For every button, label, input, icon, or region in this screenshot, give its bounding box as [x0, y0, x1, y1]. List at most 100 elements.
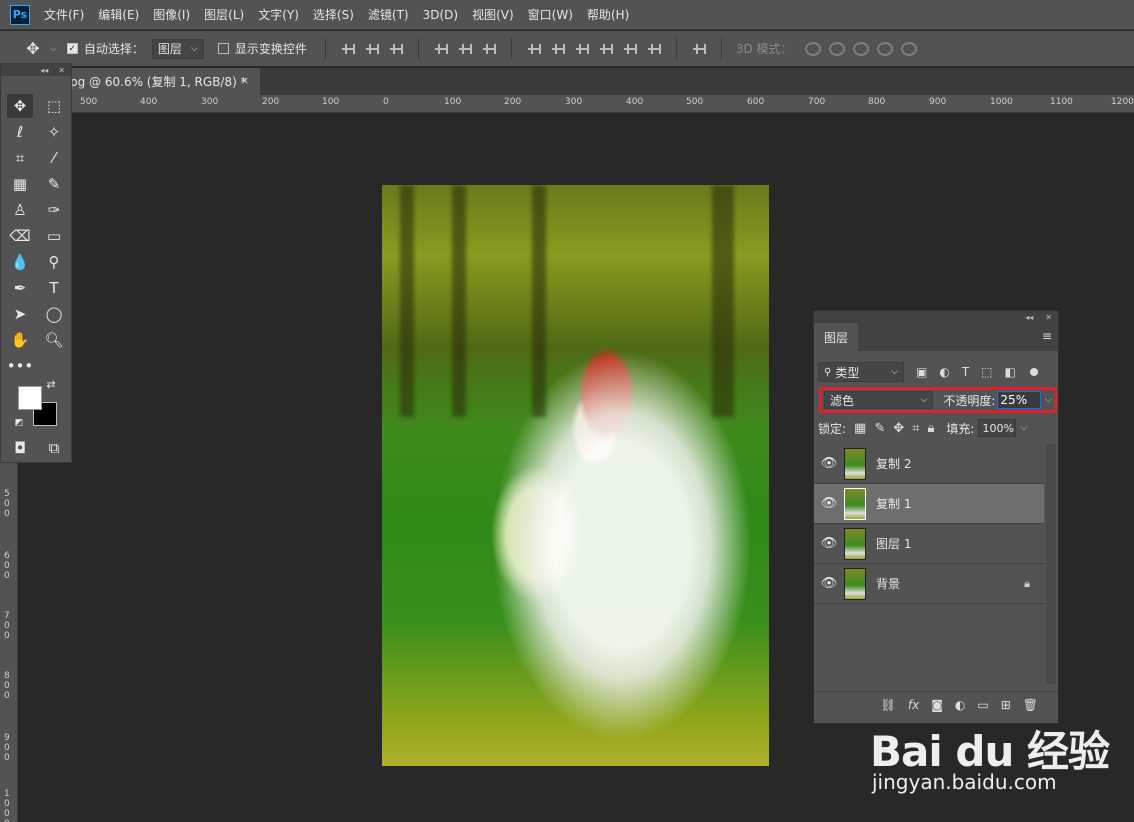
roll-3d-icon[interactable] [828, 41, 845, 56]
align-right-icon[interactable] [482, 42, 496, 56]
swap-colors-icon[interactable]: ⇄ [41, 376, 61, 392]
layer-list-scrollbar[interactable] [1046, 444, 1056, 684]
distribute-hcenter-icon[interactable] [623, 42, 637, 56]
menu-file[interactable]: 文件(F) [44, 6, 84, 23]
tools-panel-header[interactable]: ◂◂ ✕ [1, 64, 71, 76]
filter-toggle-icon[interactable] [1029, 368, 1038, 376]
align-top-icon[interactable] [341, 42, 355, 56]
menu-view[interactable]: 视图(V) [472, 6, 514, 23]
filter-smart-object-icon[interactable]: ◧ [1005, 365, 1016, 379]
eye-icon[interactable]: 👁︎ [814, 496, 844, 511]
panel-menu-icon[interactable]: ≡ [1042, 329, 1052, 343]
show-transform-checkbox[interactable] [217, 43, 229, 54]
crop-tool-icon[interactable]: ⌗ [7, 146, 33, 170]
type-tool-icon[interactable]: T [41, 276, 67, 300]
document-tab[interactable]: pg @ 60.6% (复制 1, RGB/8) * [60, 68, 260, 95]
distribute-bottom-icon[interactable] [575, 42, 589, 56]
chevron-down-icon[interactable]: ⌵ [1045, 395, 1052, 405]
magic-wand-icon[interactable]: ✧ [41, 120, 67, 144]
lock-artboard-icon[interactable]: ⌗ [912, 421, 919, 436]
collapse-icon[interactable]: ◂◂ [40, 66, 48, 75]
distribute-right-icon[interactable] [647, 42, 661, 56]
history-brush-icon[interactable]: ✑ [41, 198, 67, 222]
fill-input[interactable]: 100% [978, 419, 1017, 437]
distribute-vcenter-icon[interactable] [551, 42, 565, 56]
layers-panel-header[interactable]: ◂◂ ✕ [814, 311, 1058, 323]
tool-preset-caret-icon[interactable]: ⌵ [50, 44, 57, 54]
move-tool-icon[interactable]: ✥ [22, 39, 44, 58]
eye-icon[interactable]: 👁︎ [814, 456, 844, 471]
lock-pixels-icon[interactable]: ✎ [874, 421, 885, 436]
menu-type[interactable]: 文字(Y) [258, 6, 299, 23]
chevron-down-icon[interactable]: ⌵ [1020, 423, 1027, 433]
align-hcenter-icon[interactable] [458, 42, 472, 56]
brush-tool-icon[interactable]: ✎ [41, 172, 67, 196]
lock-transparent-icon[interactable]: ▦ [854, 421, 866, 436]
dodge-tool-icon[interactable]: ⚲ [41, 250, 67, 274]
auto-select-target-dropdown[interactable]: 图层 ⌵ [151, 38, 204, 59]
eraser-tool-icon[interactable]: ⌫ [7, 224, 33, 248]
collapse-icon[interactable]: ◂◂ [1025, 313, 1033, 322]
layer-row[interactable]: 👁︎ 背景 🔒︎ [814, 564, 1044, 604]
tab-layers[interactable]: 图层 [814, 323, 859, 351]
lasso-tool-icon[interactable]: ℓ [7, 120, 33, 144]
zoom-tool-icon[interactable]: 🔍︎ [41, 328, 67, 352]
close-icon[interactable]: × [240, 74, 249, 87]
filter-type-icon[interactable]: T [962, 365, 969, 379]
layer-filter-dropdown[interactable]: ⚲ 类型 ⌵ [818, 362, 904, 382]
layer-row-selected[interactable]: 👁︎ 复制 1 [814, 484, 1044, 524]
menu-window[interactable]: 窗口(W) [528, 6, 573, 23]
layer-row[interactable]: 👁︎ 复制 2 [814, 444, 1044, 484]
close-icon[interactable]: ✕ [58, 66, 65, 75]
ruler-label: 100 [322, 97, 340, 107]
close-icon[interactable]: ✕ [1045, 313, 1052, 322]
slide-3d-icon[interactable] [876, 41, 893, 56]
eye-icon[interactable]: 👁︎ [814, 576, 844, 591]
quick-mask-icon[interactable]: ◘ [7, 436, 33, 460]
pan-3d-icon[interactable] [852, 41, 869, 56]
layers-panel-tabs: 图层 ≡ [814, 323, 1058, 351]
clone-stamp-icon[interactable]: ♙ [7, 198, 33, 222]
align-left-icon[interactable] [434, 42, 448, 56]
lock-position-icon[interactable]: ✥ [893, 421, 904, 436]
distribute-left-icon[interactable] [599, 42, 613, 56]
orbit-3d-icon[interactable] [804, 41, 821, 56]
menu-filter[interactable]: 滤镜(T) [368, 6, 409, 23]
move-tool-icon[interactable]: ✥ [7, 94, 33, 118]
default-colors-icon[interactable]: ◩ [11, 416, 27, 430]
blend-mode-dropdown[interactable]: 滤色 ⌵ [824, 391, 934, 409]
document-image[interactable] [382, 185, 769, 766]
search-icon: ⚲ [824, 366, 832, 378]
menu-select[interactable]: 选择(S) [313, 6, 354, 23]
healing-brush-icon[interactable]: ▦ [7, 172, 33, 196]
auto-align-icon[interactable] [692, 42, 706, 56]
distribute-top-icon[interactable] [527, 42, 541, 56]
pen-tool-icon[interactable]: ✒ [7, 276, 33, 300]
gradient-tool-icon[interactable]: ▭ [41, 224, 67, 248]
path-select-icon[interactable]: ➤ [7, 302, 33, 326]
menu-image[interactable]: 图像(I) [153, 6, 190, 23]
ellipse-tool-icon[interactable]: ◯ [41, 302, 67, 326]
filter-pixel-icon[interactable]: ▣ [916, 365, 927, 379]
auto-select-checkbox[interactable]: ✓ [66, 43, 78, 54]
filter-shape-icon[interactable]: ⬚ [981, 365, 992, 379]
align-vcenter-icon[interactable] [365, 42, 379, 56]
opacity-input[interactable]: 25% [997, 391, 1042, 409]
lock-all-icon[interactable]: 🔒︎ [927, 421, 934, 436]
eyedropper-icon[interactable]: ⁄ [41, 146, 67, 170]
menu-edit[interactable]: 编辑(E) [98, 6, 139, 23]
filter-adjustment-icon[interactable]: ◐ [939, 365, 949, 379]
align-bottom-icon[interactable] [389, 42, 403, 56]
marquee-tool-icon[interactable]: ⬚ [41, 94, 67, 118]
more-tools-icon[interactable]: ••• [7, 354, 34, 378]
menu-layer[interactable]: 图层(L) [204, 6, 244, 23]
scale-3d-icon[interactable] [900, 41, 917, 56]
blur-tool-icon[interactable]: 💧 [7, 250, 33, 274]
menu-3d[interactable]: 3D(D) [423, 8, 458, 22]
screen-mode-icon[interactable]: ⧉ [41, 436, 67, 460]
eye-icon[interactable]: 👁︎ [814, 536, 844, 551]
menu-help[interactable]: 帮助(H) [587, 6, 629, 23]
hand-tool-icon[interactable]: ✋ [7, 328, 33, 352]
foreground-color-swatch[interactable] [18, 386, 42, 410]
layer-row[interactable]: 👁︎ 图层 1 [814, 524, 1044, 564]
